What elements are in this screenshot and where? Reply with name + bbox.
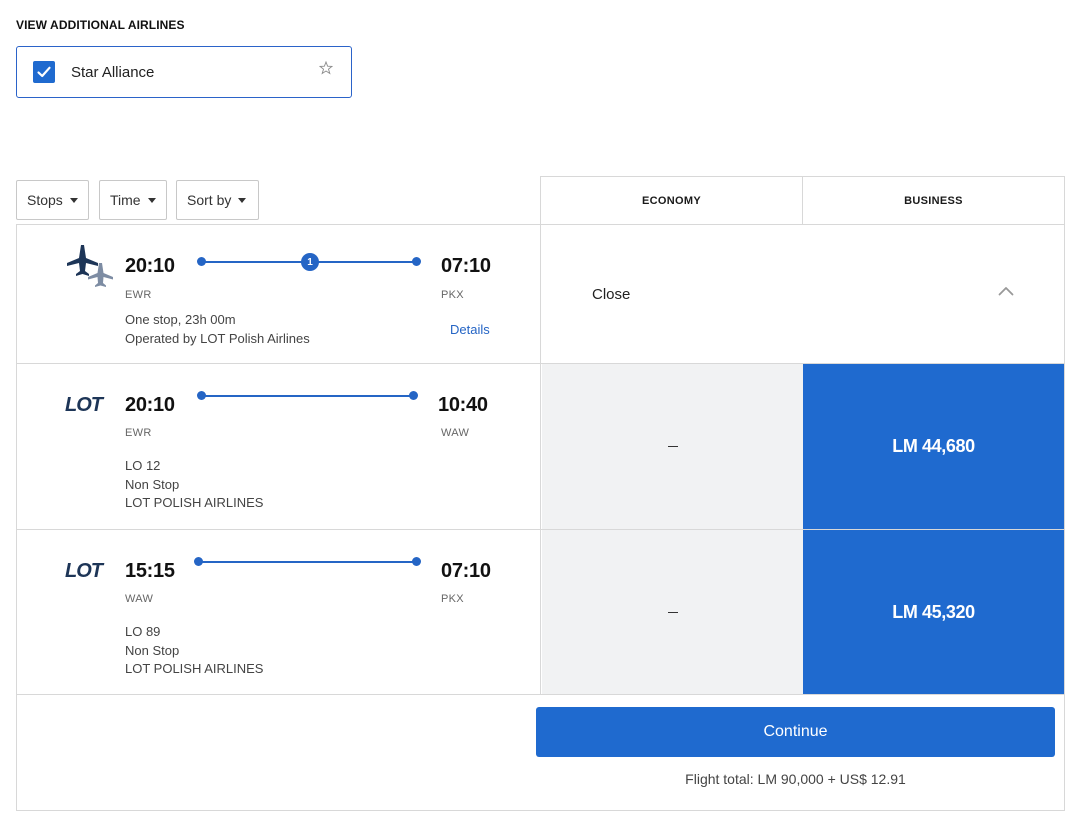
time-filter-label: Time	[110, 192, 141, 208]
star-alliance-option[interactable]: Star Alliance	[16, 46, 352, 98]
itinerary-summary: 20:10 EWR 1 07:10 PKX One stop, 23h 00m …	[17, 225, 541, 363]
sort-by-label: Sort by	[187, 192, 232, 208]
time-filter-button[interactable]: Time	[99, 180, 167, 220]
economy-column-header[interactable]: ECONOMY	[541, 177, 803, 225]
lot-airline-logo: LOT	[65, 560, 106, 580]
unavailable-dash	[667, 611, 678, 613]
continue-button[interactable]: Continue	[536, 707, 1055, 757]
lot-logo-text: LOT	[65, 560, 105, 580]
flight-segment-row: LOT 20:10 EWR 10:40 WAW LO 12 Non Stop L…	[17, 364, 1064, 530]
route-end-dot	[412, 557, 421, 566]
departure-airport-code: WAW	[125, 593, 154, 605]
star-alliance-logo-icon	[319, 61, 333, 75]
caret-down-icon	[147, 197, 156, 203]
airline-name: LOT POLISH AIRLINES	[125, 495, 264, 510]
business-fare-button[interactable]: LM 44,680	[803, 364, 1064, 529]
trip-duration: One stop, 23h 00m	[125, 312, 236, 327]
details-link[interactable]: Details	[450, 322, 490, 337]
segment-info: LOT 20:10 EWR 10:40 WAW LO 12 Non Stop L…	[17, 364, 541, 529]
arrival-time: 07:10	[441, 255, 491, 277]
arrival-time: 07:10	[441, 560, 491, 582]
chevron-up-icon	[998, 287, 1014, 296]
route-line	[203, 395, 413, 397]
economy-fare-unavailable	[542, 530, 803, 694]
lot-logo-text: LOT	[65, 394, 105, 414]
arrival-airport-code: PKX	[441, 289, 464, 301]
flight-segment-row: LOT 15:15 WAW 07:10 PKX LO 89 Non Stop L…	[17, 530, 1064, 695]
departure-time: 15:15	[125, 560, 175, 582]
close-label: Close	[592, 286, 631, 303]
arrival-airport-code: WAW	[441, 427, 470, 439]
departure-time: 20:10	[125, 255, 175, 277]
route-end-dot	[409, 391, 418, 400]
stop-type: Non Stop	[125, 476, 180, 492]
airline-name: LOT POLISH AIRLINES	[125, 661, 264, 676]
flight-total: Flight total: LM 90,000 + US$ 12.91	[685, 771, 906, 787]
connecting-planes-icon	[67, 245, 113, 287]
segment-info: LOT 15:15 WAW 07:10 PKX LO 89 Non Stop L…	[17, 530, 541, 694]
flight-results: 20:10 EWR 1 07:10 PKX One stop, 23h 00m …	[16, 224, 1065, 811]
segment-meta: LO 89 Non Stop LOT POLISH AIRLINES	[125, 623, 263, 679]
stops-filter-button[interactable]: Stops	[16, 180, 89, 220]
unavailable-dash	[667, 446, 678, 447]
lot-airline-logo: LOT	[65, 394, 106, 414]
close-fares-toggle[interactable]: Close	[542, 225, 1064, 363]
star-alliance-checkbox[interactable]	[33, 61, 55, 83]
checkmark-icon	[37, 66, 51, 78]
economy-fare-unavailable	[542, 364, 803, 529]
itinerary-meta: One stop, 23h 00m Operated by LOT Polish…	[125, 311, 310, 348]
stops-filter-label: Stops	[27, 192, 63, 208]
flight-number: LO 12	[125, 458, 161, 473]
caret-down-icon	[238, 197, 247, 203]
star-alliance-label: Star Alliance	[71, 63, 155, 81]
itinerary-summary-row: 20:10 EWR 1 07:10 PKX One stop, 23h 00m …	[17, 225, 1064, 364]
operated-by: Operated by LOT Polish Airlines	[125, 330, 310, 346]
segment-meta: LO 12 Non Stop LOT POLISH AIRLINES	[125, 457, 263, 513]
fare-class-header: ECONOMY BUSINESS	[540, 176, 1065, 225]
arrival-airport-code: PKX	[441, 593, 464, 605]
stop-count-badge: 1	[301, 253, 319, 271]
departure-time: 20:10	[125, 394, 175, 416]
route-line	[200, 561, 416, 563]
business-fare-button[interactable]: LM 45,320	[803, 530, 1064, 694]
sort-by-button[interactable]: Sort by	[176, 180, 259, 220]
flight-number: LO 89	[125, 624, 161, 639]
departure-airport-code: EWR	[125, 427, 152, 439]
business-column-header[interactable]: BUSINESS	[803, 177, 1064, 225]
arrival-time: 10:40	[438, 394, 488, 416]
route-end-dot	[412, 257, 421, 266]
stop-type: Non Stop	[125, 642, 180, 658]
view-additional-airlines-label: VIEW ADDITIONAL AIRLINES	[16, 18, 185, 32]
caret-down-icon	[69, 197, 78, 203]
departure-airport-code: EWR	[125, 289, 152, 301]
